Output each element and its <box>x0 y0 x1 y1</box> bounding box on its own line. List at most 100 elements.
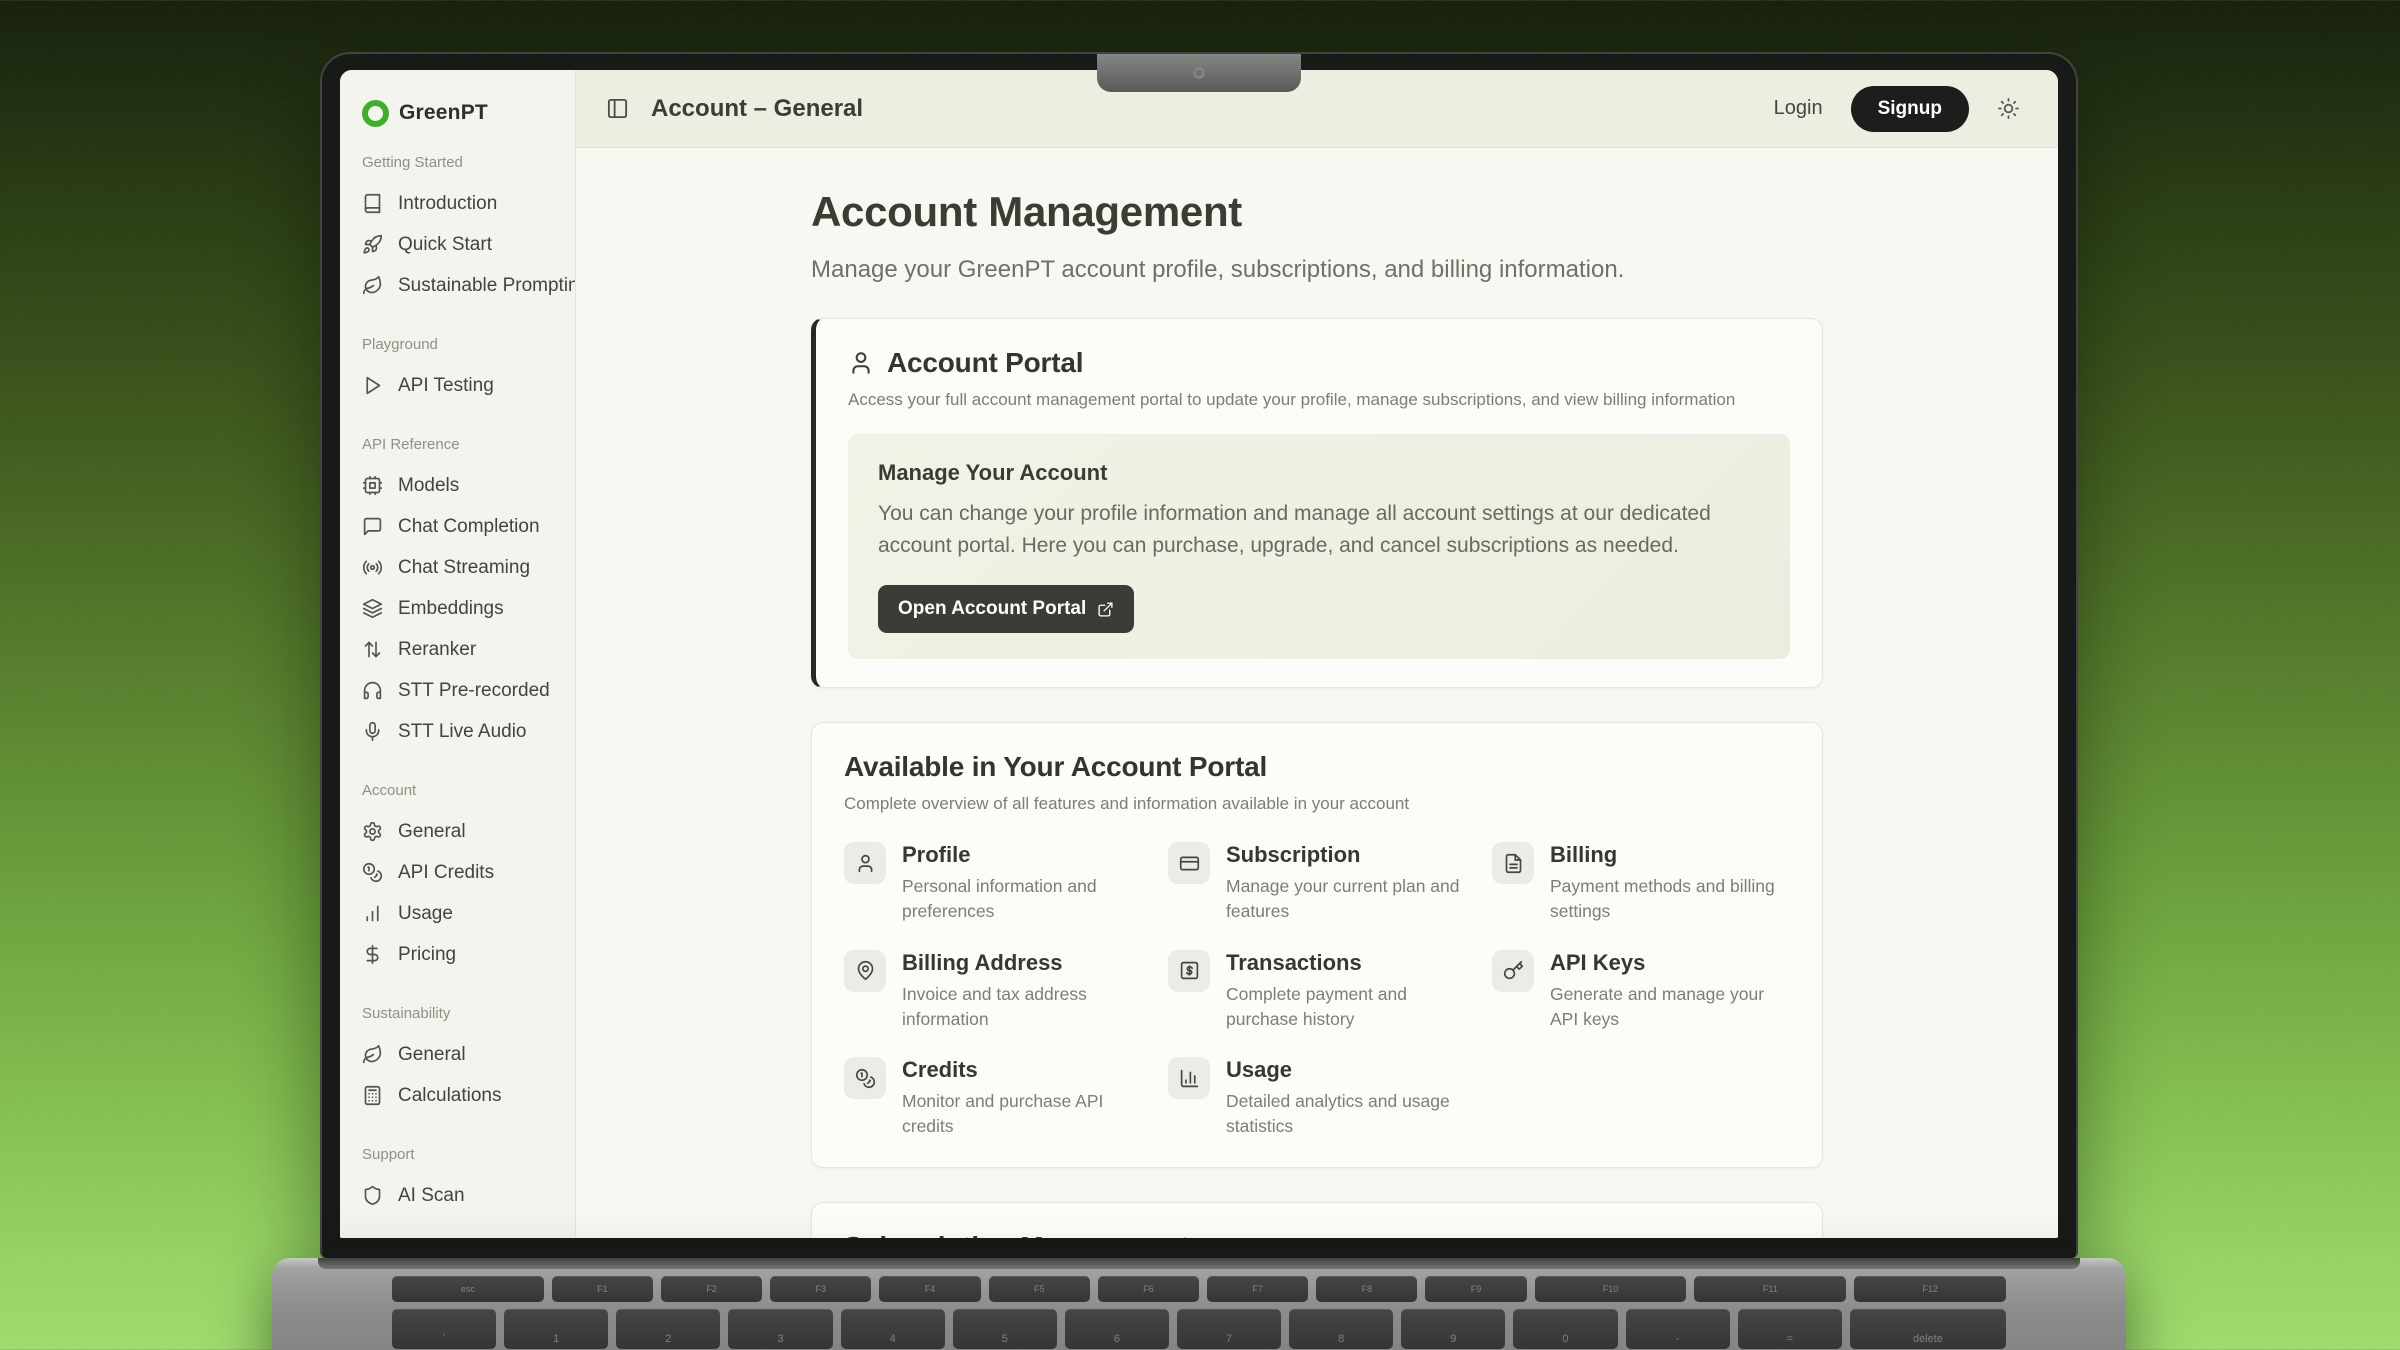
feature-usage: UsageDetailed analytics and usage statis… <box>1168 1057 1466 1139</box>
feature-text: ProfilePersonal information and preferen… <box>902 842 1142 924</box>
sidebar-item-api-reference-stt-pre-recorded[interactable]: STT Pre-recorded <box>354 670 561 711</box>
sidebar-item-getting-started-sustainable-prompting[interactable]: Sustainable Prompting <box>354 265 561 306</box>
sidebar-item-api-reference-stt-live-audio[interactable]: STT Live Audio <box>354 711 561 752</box>
feature-description: Monitor and purchase API credits <box>902 1089 1142 1139</box>
sidebar-item-sustainability-general[interactable]: General <box>354 1034 561 1075</box>
topbar: Account – General Login Signup <box>576 70 2058 148</box>
laptop-screen-bezel: GreenPT Getting Started IntroductionQuick… <box>320 52 2078 1258</box>
play-icon <box>362 375 383 396</box>
keyboard-key: delete <box>1850 1309 2006 1349</box>
sidebar-item-api-reference-reranker[interactable]: Reranker <box>354 629 561 670</box>
sort-icon <box>362 639 383 660</box>
sidebar-item-account-pricing[interactable]: Pricing <box>354 934 561 975</box>
manage-account-body: You can change your profile information … <box>878 498 1760 561</box>
leaf-icon <box>362 275 383 296</box>
sidebar: GreenPT Getting Started IntroductionQuick… <box>340 70 576 1238</box>
feature-description: Payment methods and billing settings <box>1550 874 1790 924</box>
sidebar-item-api-reference-chat-streaming[interactable]: Chat Streaming <box>354 547 561 588</box>
sidebar-item-sustainability-calculations[interactable]: Calculations <box>354 1075 561 1116</box>
sidebar-item-api-reference-chat-completion[interactable]: Chat Completion <box>354 506 561 547</box>
feature-api-keys: API KeysGenerate and manage your API key… <box>1492 950 1790 1032</box>
sidebar-section-label: Account <box>362 782 553 799</box>
browser-viewport: GreenPT Getting Started IntroductionQuick… <box>340 70 2058 1238</box>
feature-description: Manage your current plan and features <box>1226 874 1466 924</box>
keyboard-key: F4 <box>879 1276 980 1302</box>
sidebar-section-support: SupportAI Scan <box>354 1146 561 1216</box>
subscription-management-title: Subscription Management <box>844 1231 1790 1238</box>
account-portal-card-header: Account Portal <box>848 347 1790 379</box>
feature-title: Subscription <box>1226 842 1466 868</box>
feature-title: Profile <box>902 842 1142 868</box>
sidebar-item-getting-started-quick-start[interactable]: Quick Start <box>354 224 561 265</box>
sun-icon[interactable] <box>1997 97 2020 120</box>
key-icon <box>1492 950 1534 992</box>
sidebar-section-api-reference: API Reference Models Chat Completion Chat S… <box>354 436 561 752</box>
keyboard-key: 1 <box>504 1309 608 1349</box>
keyboard-key: F11 <box>1694 1276 1846 1302</box>
sidebar-section-label: Sustainability <box>362 1005 553 1022</box>
keyboard-key: 0 <box>1513 1309 1617 1349</box>
feature-credits: CreditsMonitor and purchase API credits <box>844 1057 1142 1139</box>
keyboard-key: F7 <box>1207 1276 1308 1302</box>
brand-name: GreenPT <box>399 101 488 125</box>
manage-account-title: Manage Your Account <box>878 460 1760 486</box>
feature-billing: BillingPayment methods and billing setti… <box>1492 842 1790 924</box>
panel-left-icon[interactable] <box>606 97 629 120</box>
feature-text: CreditsMonitor and purchase API credits <box>902 1057 1142 1139</box>
sidebar-item-api-reference-models[interactable]: Models <box>354 465 561 506</box>
sidebar-section-label: Getting Started <box>362 154 553 171</box>
signup-button[interactable]: Signup <box>1851 86 1969 132</box>
layers-icon <box>362 598 383 619</box>
laptop-hinge <box>318 1258 2080 1269</box>
open-account-portal-button[interactable]: Open Account Portal <box>878 585 1134 633</box>
sidebar-item-playground-api-testing[interactable]: API Testing <box>354 365 561 406</box>
feature-title: Usage <box>1226 1057 1466 1083</box>
topbar-title: Account – General <box>651 95 863 123</box>
sidebar-section-label: API Reference <box>362 436 553 453</box>
feature-text: UsageDetailed analytics and usage statis… <box>1226 1057 1466 1139</box>
laptop-base: escF1F2F3F4F5F6F7F8F9F10F11F12`123456789… <box>272 1258 2126 1350</box>
keyboard-key: F8 <box>1316 1276 1417 1302</box>
page-subtitle: Manage your GreenPT account profile, sub… <box>811 256 1823 284</box>
sidebar-item-label: Calculations <box>398 1085 502 1106</box>
sidebar-item-api-reference-embeddings[interactable]: Embeddings <box>354 588 561 629</box>
topbar-actions: Login Signup <box>1774 86 2020 132</box>
account-portal-title: Account Portal <box>887 347 1083 379</box>
features-card-title: Available in Your Account Portal <box>844 751 1790 783</box>
brand-logo[interactable]: GreenPT <box>354 96 561 130</box>
feature-profile: ProfilePersonal information and preferen… <box>844 842 1142 924</box>
sidebar-item-account-general[interactable]: General <box>354 811 561 852</box>
feature-text: Subscription Manage your current plan and… <box>1226 842 1466 924</box>
sidebar-item-getting-started-introduction[interactable]: Introduction <box>354 183 561 224</box>
sidebar-item-label: Usage <box>398 903 453 924</box>
sidebar-item-account-api-credits[interactable]: API Credits <box>354 852 561 893</box>
laptop-keyboard: escF1F2F3F4F5F6F7F8F9F10F11F12`123456789… <box>392 1276 2006 1350</box>
keyboard-key: - <box>1626 1309 1730 1349</box>
calculator-icon <box>362 1085 383 1106</box>
cpu-icon <box>362 475 383 496</box>
gear-icon <box>362 821 383 842</box>
sidebar-section-getting-started: Getting Started IntroductionQuick StartSu… <box>354 154 561 306</box>
account-portal-subtitle: Access your full account management port… <box>848 390 1790 410</box>
sidebar-item-label: Models <box>398 475 459 496</box>
sidebar-item-account-usage[interactable]: Usage <box>354 893 561 934</box>
laptop-notch <box>1097 54 1301 92</box>
ring-logo-icon <box>362 100 389 127</box>
keyboard-key: F12 <box>1854 1276 2006 1302</box>
sidebar-item-label: General <box>398 821 466 842</box>
sidebar-item-label: General <box>398 1044 466 1065</box>
dollar-icon <box>362 944 383 965</box>
keyboard-key: esc <box>392 1276 544 1302</box>
sidebar-section-label: Playground <box>362 336 553 353</box>
feature-text: Billing AddressInvoice and tax address i… <box>902 950 1142 1032</box>
sidebar-item-label: Chat Streaming <box>398 557 530 578</box>
sidebar-item-support-ai-scan[interactable]: AI Scan <box>354 1175 561 1216</box>
login-link[interactable]: Login <box>1774 97 1823 120</box>
coins-icon <box>844 1057 886 1099</box>
features-grid: ProfilePersonal information and preferen… <box>844 842 1790 1139</box>
keyboard-key: 8 <box>1289 1309 1393 1349</box>
keyboard-key: 5 <box>953 1309 1057 1349</box>
broadcast-icon <box>362 557 383 578</box>
feature-description: Complete payment and purchase history <box>1226 982 1466 1032</box>
feature-title: Billing Address <box>902 950 1142 976</box>
